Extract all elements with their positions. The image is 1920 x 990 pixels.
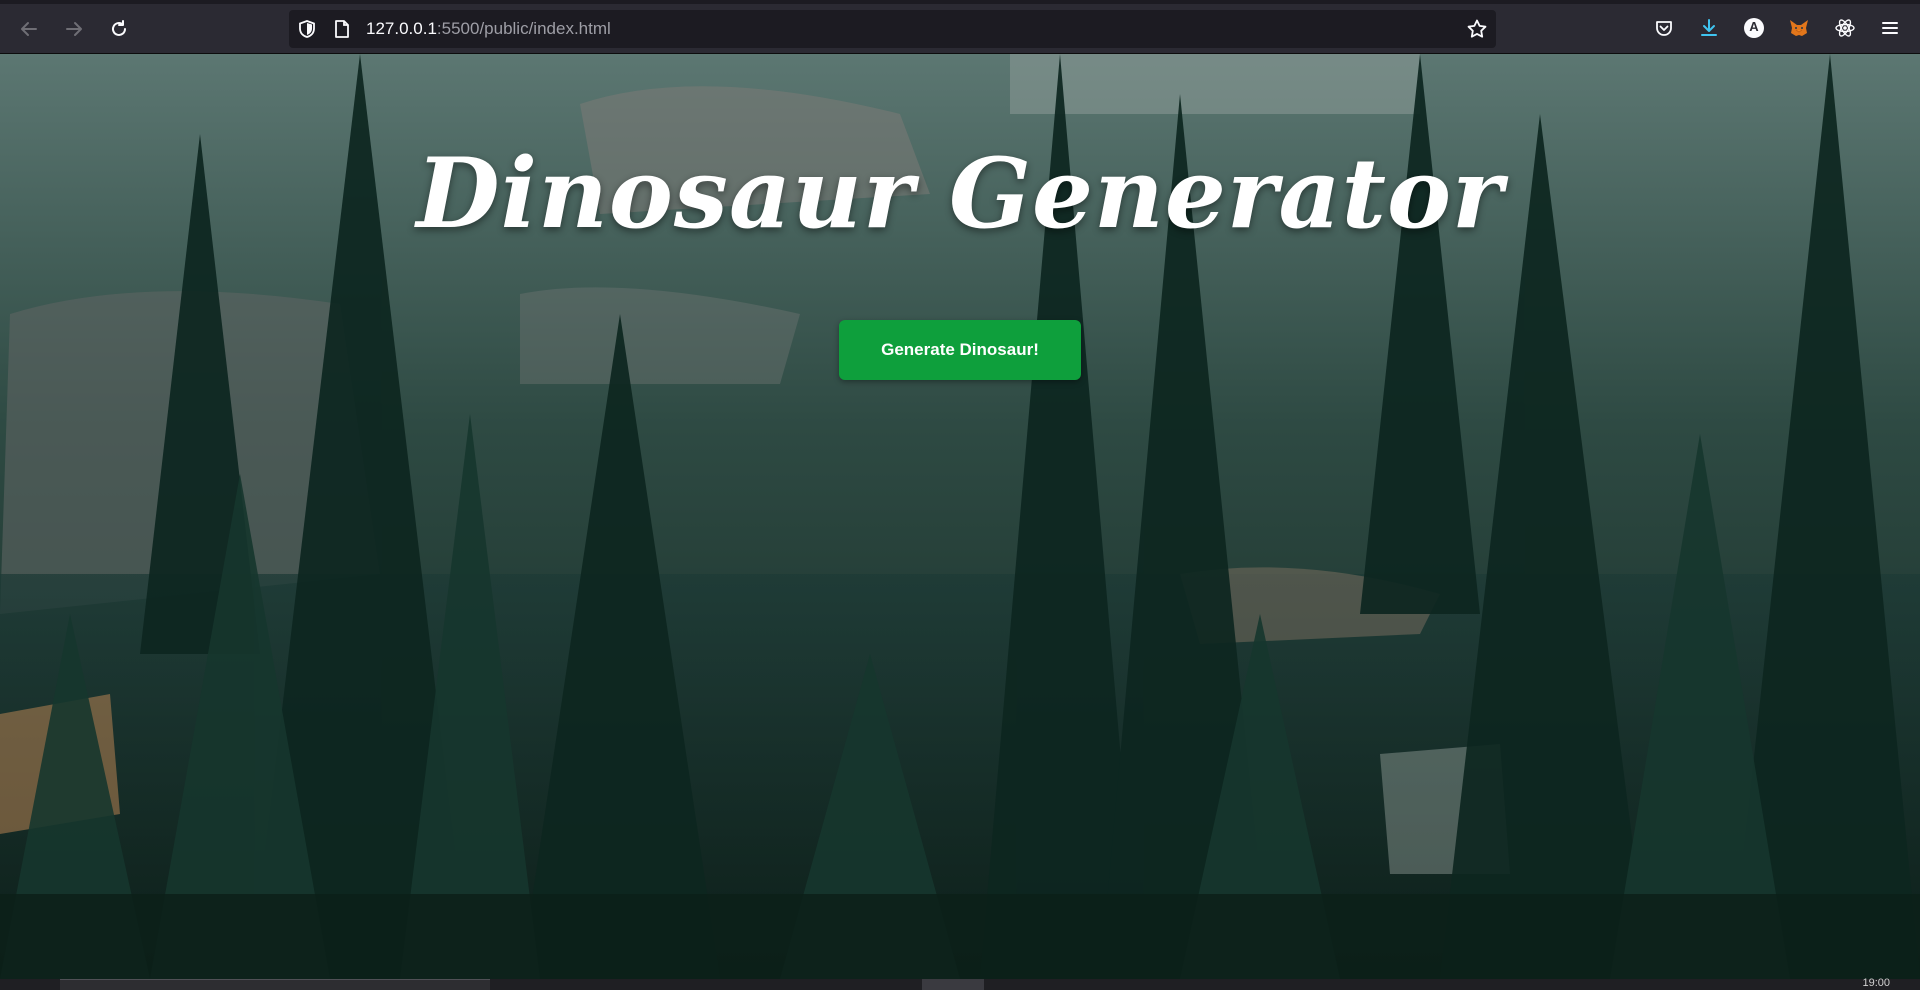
- url-text[interactable]: 127.0.0.1:5500/public/index.html: [366, 19, 611, 39]
- taskbar-search-box[interactable]: [60, 979, 490, 990]
- address-bar[interactable]: 127.0.0.1:5500/public/index.html: [289, 10, 1496, 48]
- bookmark-star-button[interactable]: [1466, 18, 1488, 44]
- taskbar-clock: 19:00: [1862, 977, 1890, 989]
- reload-button[interactable]: [102, 12, 136, 46]
- pocket-icon: [1656, 21, 1672, 36]
- browser-toolbar: 127.0.0.1:5500/public/index.html A: [0, 0, 1920, 54]
- page-icon[interactable]: [333, 19, 351, 43]
- generate-dinosaur-button[interactable]: Generate Dinosaur!: [839, 320, 1081, 380]
- url-path: :5500/public/index.html: [436, 19, 611, 38]
- reload-icon: [112, 20, 126, 36]
- app-menu-button[interactable]: [1876, 14, 1904, 42]
- downloads-button[interactable]: [1695, 14, 1723, 42]
- back-button[interactable]: [12, 12, 46, 46]
- tab-strip: [0, 0, 1920, 4]
- account-letter: A: [1749, 19, 1759, 34]
- metamask-extension-button[interactable]: [1785, 14, 1813, 42]
- metamask-icon: [1790, 20, 1808, 36]
- page-title: Dinosaur Generator: [416, 137, 1504, 250]
- download-icon: [1701, 19, 1717, 36]
- page-viewport: Dinosaur Generator Generate Dinosaur!: [0, 54, 1920, 979]
- hamburger-menu-icon: [1882, 22, 1898, 34]
- star-icon: [1467, 19, 1487, 38]
- os-taskbar: 19:00: [0, 977, 1920, 990]
- shield-icon[interactable]: [297, 19, 317, 43]
- taskbar-active-app[interactable]: [922, 979, 984, 990]
- react-devtools-button[interactable]: [1831, 14, 1859, 42]
- url-host: 127.0.0.1: [366, 19, 437, 38]
- account-button[interactable]: A: [1740, 14, 1768, 42]
- forward-button[interactable]: [57, 12, 91, 46]
- arrow-left-icon: [21, 22, 37, 36]
- pocket-button[interactable]: [1650, 14, 1678, 42]
- react-icon: [1835, 19, 1855, 37]
- arrow-right-icon: [66, 22, 82, 36]
